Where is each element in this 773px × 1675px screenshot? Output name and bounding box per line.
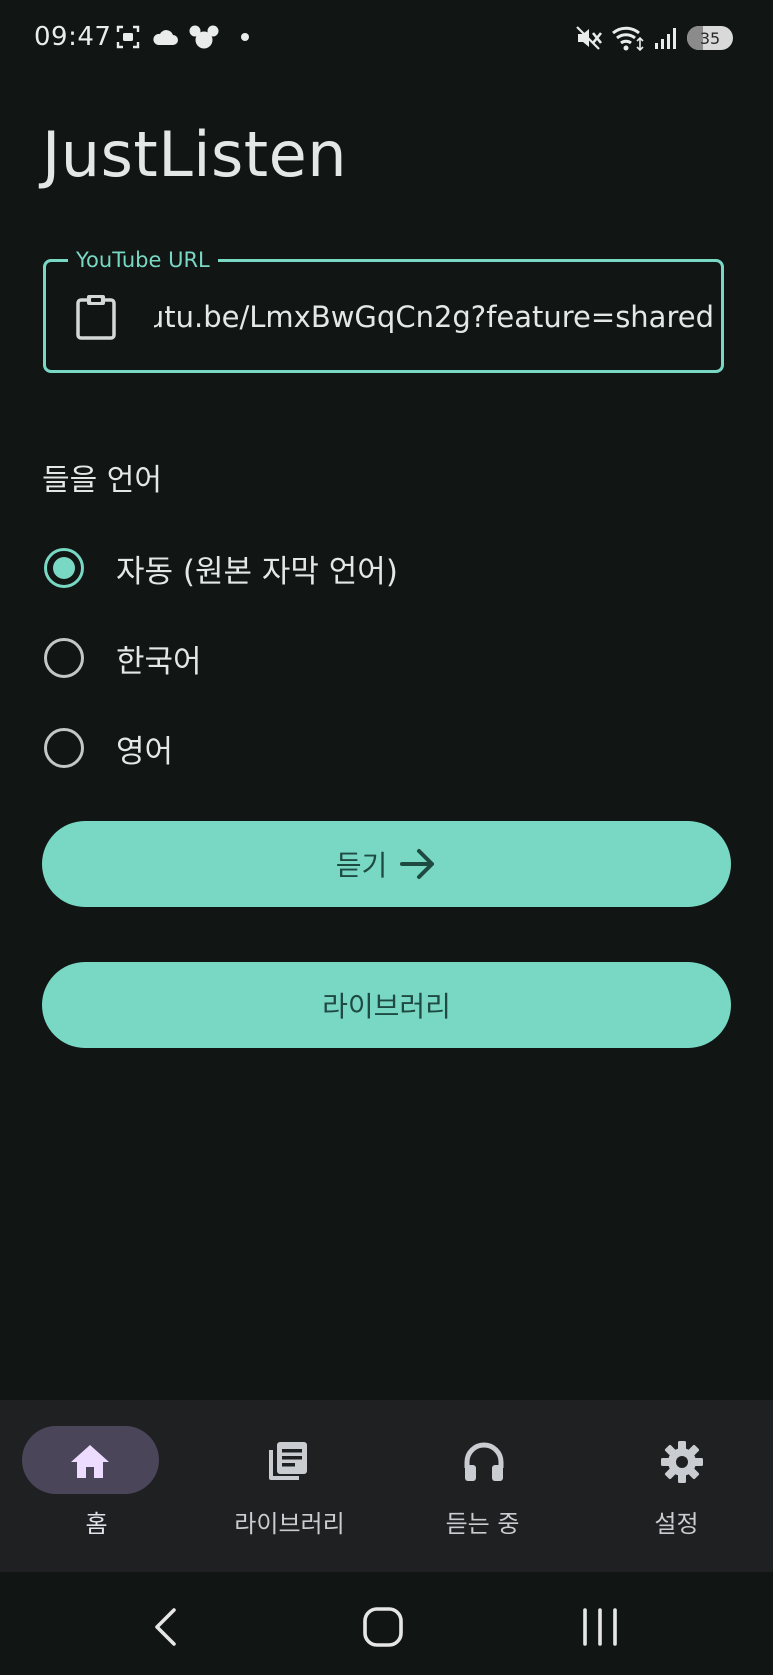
library-icon: [269, 1442, 307, 1480]
nav-item-settings[interactable]: 설정: [580, 1400, 773, 1572]
radio-button[interactable]: [44, 638, 84, 678]
youtube-url-label: YouTube URL: [68, 245, 218, 275]
cloud-icon: [153, 30, 178, 45]
clipboard-icon[interactable]: [75, 293, 117, 341]
signal-icon: [655, 28, 676, 49]
recent-apps-icon[interactable]: [575, 1602, 625, 1652]
arrow-right-icon: [400, 849, 435, 879]
nav-label-settings: 설정: [654, 1510, 699, 1538]
listen-button-label: 듣기: [335, 849, 388, 882]
system-navigation-bar: [0, 1572, 773, 1675]
home-icon: [71, 1445, 109, 1478]
library-button-label: 라이브러리: [322, 990, 451, 1023]
nav-item-listening[interactable]: 듣는 중: [386, 1400, 579, 1572]
battery-indicator: 35: [687, 26, 733, 50]
language-option-label: 자동 (원본 자막 언어): [116, 553, 398, 590]
mouse-ears-icon: [189, 25, 219, 49]
mute-icon: [576, 26, 603, 50]
home-nav-icon[interactable]: [358, 1602, 408, 1652]
nav-item-home[interactable]: 홈: [0, 1400, 193, 1572]
nav-item-library[interactable]: 라이브러리: [193, 1400, 386, 1572]
youtube-url-field[interactable]: YouTube URL: [43, 245, 724, 373]
nav-label-library: 라이브러리: [234, 1510, 345, 1538]
bottom-navigation: 홈 라이브러리 듣는 중 설정: [0, 1400, 773, 1572]
screenshot-icon: [116, 25, 140, 49]
status-bar: 09:47 35: [0, 0, 773, 80]
wifi-icon: [612, 26, 644, 52]
radio-button[interactable]: [44, 728, 84, 768]
language-option-auto[interactable]: 자동 (원본 자막 언어): [44, 538, 398, 598]
language-option-english[interactable]: 영어: [44, 718, 173, 778]
notification-dot-icon: [241, 33, 249, 41]
app-title: JustListen: [42, 118, 348, 191]
listen-button[interactable]: 듣기: [42, 821, 731, 907]
headphones-icon: [464, 1442, 504, 1481]
nav-label-listening: 듣는 중: [445, 1510, 520, 1538]
battery-level-text: 35: [699, 28, 721, 48]
gear-icon: [661, 1441, 703, 1483]
language-option-korean[interactable]: 한국어: [44, 628, 202, 688]
radio-button-checked[interactable]: [44, 548, 84, 588]
status-time: 09:47: [34, 22, 112, 52]
language-option-label: 한국어: [116, 643, 202, 680]
youtube-url-input[interactable]: [154, 282, 714, 352]
nav-label-home: 홈: [85, 1510, 108, 1538]
language-option-label: 영어: [116, 733, 174, 770]
library-button[interactable]: 라이브러리: [42, 962, 731, 1048]
status-right-icons: 35: [575, 24, 733, 52]
status-left-icons: [115, 24, 253, 50]
back-icon[interactable]: [142, 1602, 192, 1652]
language-section-label: 들을 언어: [42, 463, 162, 498]
